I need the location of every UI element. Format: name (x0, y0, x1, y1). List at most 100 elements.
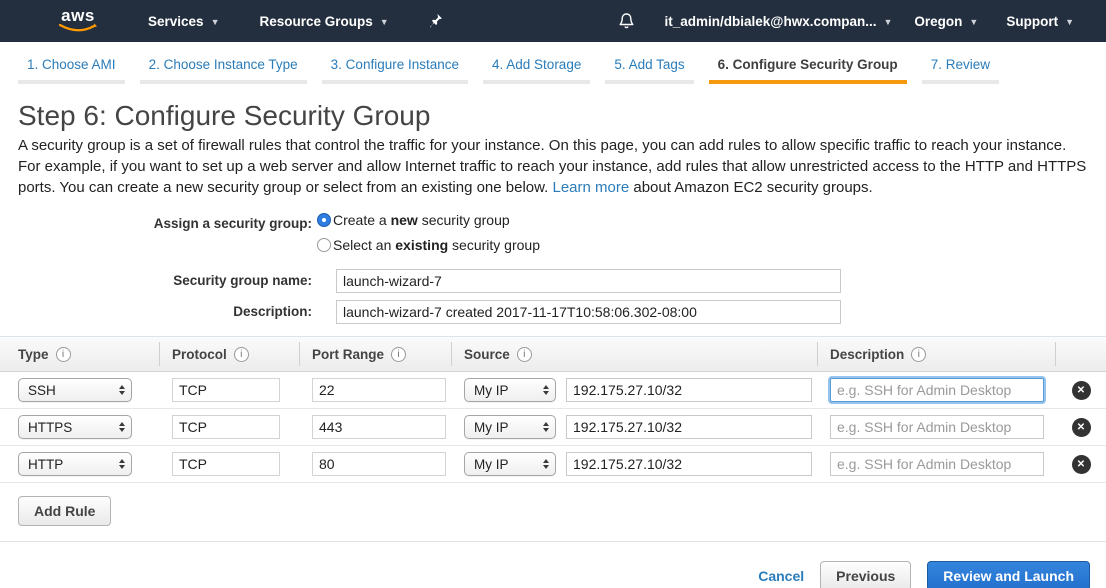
rule-type-value: SSH (28, 383, 56, 398)
radio-create-new-security-group[interactable]: Create a new security group (317, 212, 540, 228)
security-group-description-label: Description: (0, 300, 312, 319)
tab-choose-instance-type[interactable]: 2. Choose Instance Type (140, 55, 307, 84)
source-info-icon[interactable]: i (517, 347, 532, 362)
port-range-info-icon[interactable]: i (391, 347, 406, 362)
wizard-step-tabs: 1. Choose AMI 2. Choose Instance Type 3.… (0, 42, 1106, 84)
security-group-name-label: Security group name: (0, 269, 312, 288)
select-stepper-icon (543, 459, 549, 469)
tab-configure-instance[interactable]: 3. Configure Instance (322, 55, 468, 84)
rule-description-input[interactable] (830, 452, 1044, 476)
rule-row-https: HTTPS My IP ✕ (0, 409, 1106, 446)
rule-source-mode: My IP (474, 457, 509, 472)
select-stepper-icon (119, 459, 125, 469)
tab-choose-ami[interactable]: 1. Choose AMI (18, 55, 125, 84)
source-header-label: Source (464, 347, 510, 362)
rule-description-input[interactable] (830, 378, 1044, 402)
radio-create-new-label: Create a new security group (333, 212, 510, 228)
rule-port-input[interactable] (312, 452, 446, 476)
radio-existing-pre: Select an (333, 237, 395, 253)
radio-new-pre: Create a (333, 212, 391, 228)
chevron-down-icon: ▼ (380, 17, 389, 27)
tab-configure-security-group[interactable]: 6. Configure Security Group (709, 55, 907, 84)
notifications-button[interactable] (618, 12, 635, 30)
rule-protocol-input (172, 378, 280, 402)
security-rules-table: Typei Protocoli Port Rangei Sourcei Desc… (0, 336, 1106, 526)
nav-region-menu[interactable]: Oregon ▼ (914, 14, 978, 29)
delete-rule-button[interactable]: ✕ (1072, 381, 1091, 400)
rule-type-select[interactable]: HTTP (18, 452, 132, 476)
rule-description-input[interactable] (830, 415, 1044, 439)
assign-security-group-row: Assign a security group: Create a new se… (0, 212, 1106, 262)
rule-source-select[interactable]: My IP (464, 452, 556, 476)
rule-type-select[interactable]: SSH (18, 378, 132, 402)
radio-button-selected[interactable] (317, 213, 331, 227)
radio-existing-post: security group (448, 237, 540, 253)
tab-review[interactable]: 7. Review (922, 55, 999, 84)
delete-rule-button[interactable]: ✕ (1072, 455, 1091, 474)
assign-security-group-options: Create a new security group Select an ex… (317, 212, 540, 262)
nav-resource-groups-menu[interactable]: Resource Groups ▼ (259, 14, 388, 29)
radio-button-unselected[interactable] (317, 238, 331, 252)
learn-more-link[interactable]: Learn more (552, 179, 629, 196)
protocol-header-label: Protocol (172, 347, 227, 362)
tab-add-storage[interactable]: 4. Add Storage (483, 55, 590, 84)
rule-source-select[interactable]: My IP (464, 415, 556, 439)
protocol-info-icon[interactable]: i (234, 347, 249, 362)
nav-account-menu[interactable]: it_admin/dbialek@hwx.compan... ▼ (665, 14, 893, 29)
rule-row-ssh: SSH My IP ✕ (0, 372, 1106, 409)
description-header-label: Description (830, 347, 904, 362)
radio-select-existing-security-group[interactable]: Select an existing security group (317, 237, 540, 253)
previous-button[interactable]: Previous (820, 561, 911, 588)
navbar-right-group: it_admin/dbialek@hwx.compan... ▼ Oregon … (618, 12, 1106, 30)
security-group-name-input[interactable] (336, 269, 841, 293)
column-header-description: Description i (818, 342, 1056, 366)
radio-existing-bold: existing (395, 237, 448, 253)
cancel-link[interactable]: Cancel (758, 568, 804, 584)
aws-logo[interactable]: aws (58, 8, 98, 34)
rule-port-input[interactable] (312, 415, 446, 439)
radio-new-post: security group (418, 212, 510, 228)
rule-source-select[interactable]: My IP (464, 378, 556, 402)
select-stepper-icon (543, 385, 549, 395)
description-info-icon[interactable]: i (911, 347, 926, 362)
security-group-description-input[interactable] (336, 300, 841, 324)
nav-support-label: Support (1006, 14, 1058, 29)
rule-protocol-input (172, 415, 280, 439)
nav-account-label: it_admin/dbialek@hwx.compan... (665, 14, 877, 29)
intro-text-after: about Amazon EC2 security groups. (629, 179, 872, 196)
column-header-port-range: Port Range i (300, 342, 452, 366)
nav-region-label: Oregon (914, 14, 962, 29)
add-rule-button[interactable]: Add Rule (18, 496, 111, 526)
rule-port-input[interactable] (312, 378, 446, 402)
tab-add-tags[interactable]: 5. Add Tags (605, 55, 693, 84)
port-range-header-label: Port Range (312, 347, 384, 362)
review-and-launch-button[interactable]: Review and Launch (927, 561, 1090, 588)
rule-source-cidr-input[interactable] (566, 378, 812, 402)
rule-protocol-input (172, 452, 280, 476)
rule-type-select[interactable]: HTTPS (18, 415, 132, 439)
add-rule-area: Add Rule (0, 483, 1106, 526)
radio-new-bold: new (391, 212, 418, 228)
rule-source-mode: My IP (474, 383, 509, 398)
select-stepper-icon (119, 385, 125, 395)
column-header-type: Typei (0, 342, 160, 366)
radio-existing-label: Select an existing security group (333, 237, 540, 253)
delete-rule-button[interactable]: ✕ (1072, 418, 1091, 437)
nav-support-menu[interactable]: Support ▼ (1006, 14, 1074, 29)
rule-row-http: HTTP My IP ✕ (0, 446, 1106, 483)
chevron-down-icon: ▼ (211, 17, 220, 27)
rule-type-value: HTTPS (28, 420, 72, 435)
rule-source-cidr-input[interactable] (566, 452, 812, 476)
pin-shortcut-button[interactable] (429, 13, 444, 29)
chevron-down-icon: ▼ (883, 17, 892, 27)
top-navbar: aws Services ▼ Resource Groups ▼ it_admi… (0, 0, 1106, 42)
chevron-down-icon: ▼ (1065, 17, 1074, 27)
column-header-actions (1056, 342, 1106, 366)
type-info-icon[interactable]: i (56, 347, 71, 362)
rule-source-cidr-input[interactable] (566, 415, 812, 439)
select-stepper-icon (543, 422, 549, 432)
nav-services-menu[interactable]: Services ▼ (148, 14, 219, 29)
select-stepper-icon (119, 422, 125, 432)
wizard-footer: Cancel Previous Review and Launch (0, 542, 1106, 588)
page-title: Step 6: Configure Security Group (18, 100, 1106, 132)
